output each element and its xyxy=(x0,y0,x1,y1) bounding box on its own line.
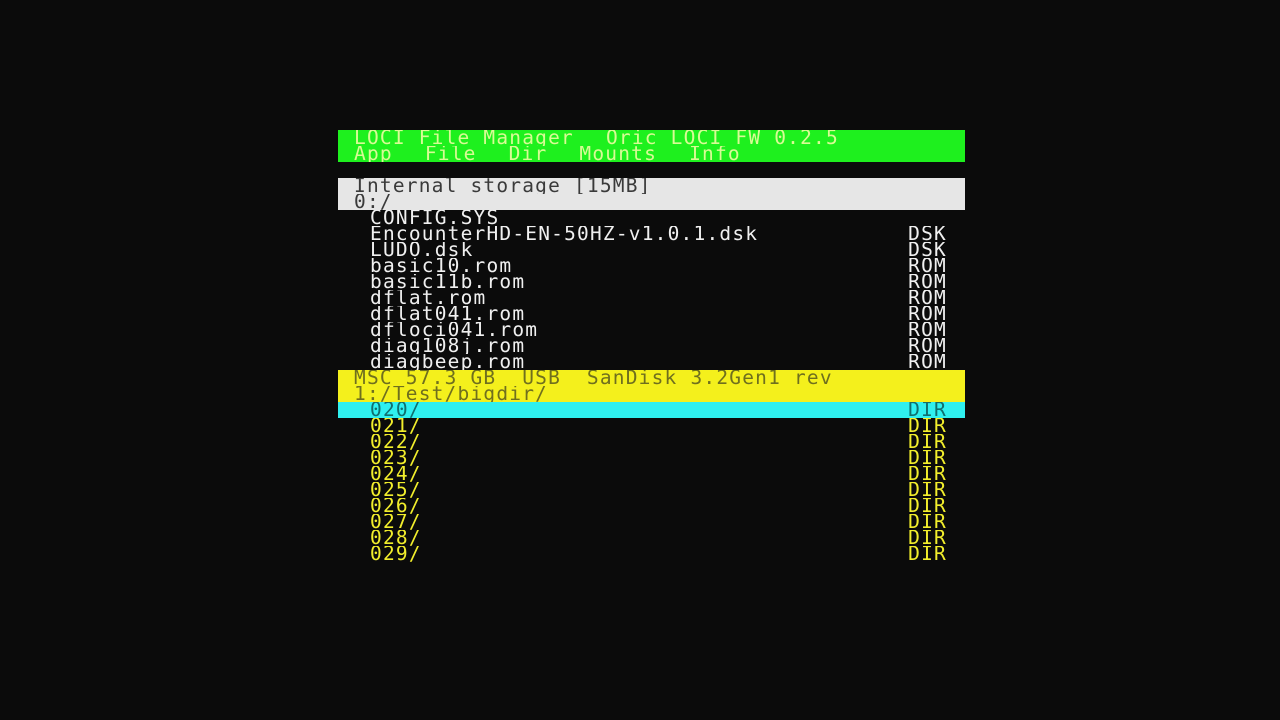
file-type: DIR xyxy=(908,434,947,450)
file-name: diagbeep.rom xyxy=(370,354,526,370)
file-name: diag108j.rom xyxy=(370,338,526,354)
usb-storage-header[interactable]: MSC 57.3 GB USB SanDisk 3.2Gen1 rev 1:/T… xyxy=(338,370,965,402)
file-name: 021/ xyxy=(370,418,422,434)
file-row[interactable]: diagbeep.rom ROM xyxy=(338,354,965,370)
storage-name: Internal storage [15MB] xyxy=(354,178,652,194)
file-name: 023/ xyxy=(370,450,422,466)
usb-storage-panel: MSC 57.3 GB USB SanDisk 3.2Gen1 rev 1:/T… xyxy=(338,370,965,562)
file-type: ROM xyxy=(908,258,947,274)
file-name: 020/ xyxy=(370,402,422,418)
file-row[interactable]: dflat.rom ROM xyxy=(338,290,965,306)
dir-row[interactable]: 022/ DIR xyxy=(338,434,965,450)
dir-row[interactable]: 025/ DIR xyxy=(338,482,965,498)
internal-storage-panel: Internal storage [15MB] 0:/ CONFIG.SYS E… xyxy=(338,178,965,370)
file-type: DSK xyxy=(908,242,947,258)
file-name: 028/ xyxy=(370,530,422,546)
file-name: basic10.rom xyxy=(370,258,513,274)
firmware-version: Oric LOCI FW 0.2.5 xyxy=(605,130,839,146)
file-type: DIR xyxy=(908,498,947,514)
file-type: DSK xyxy=(908,226,947,242)
file-type: DIR xyxy=(908,450,947,466)
menu-item-dir[interactable]: Dir xyxy=(509,146,548,162)
storage-path: 1:/Test/bigdir/ xyxy=(354,386,549,402)
menu-item-app[interactable]: App xyxy=(354,146,393,162)
file-type: DIR xyxy=(908,530,947,546)
menu-bar: App File Dir Mounts Info xyxy=(338,146,965,162)
file-row[interactable]: EncounterHD-EN-50HZ-v1.0.1.dsk DSK xyxy=(338,226,965,242)
file-type: ROM xyxy=(908,306,947,322)
title-row: LOCI File Manager Oric LOCI FW 0.2.5 xyxy=(338,130,965,146)
file-name: 025/ xyxy=(370,482,422,498)
file-type: DIR xyxy=(908,514,947,530)
file-name: dflat041.rom xyxy=(370,306,526,322)
storage-path: 0:/ xyxy=(354,194,393,210)
file-type: ROM xyxy=(908,354,947,370)
app-title: LOCI File Manager xyxy=(354,130,574,146)
file-type: DIR xyxy=(908,418,947,434)
file-name: LUDO.dsk xyxy=(370,242,474,258)
file-row[interactable]: CONFIG.SYS xyxy=(338,210,965,226)
dir-row[interactable]: 021/ DIR xyxy=(338,418,965,434)
file-name: EncounterHD-EN-50HZ-v1.0.1.dsk xyxy=(370,226,759,242)
dir-row[interactable]: 023/ DIR xyxy=(338,450,965,466)
file-name: 027/ xyxy=(370,514,422,530)
file-type: DIR xyxy=(908,482,947,498)
file-name: basic11b.rom xyxy=(370,274,526,290)
file-type: ROM xyxy=(908,338,947,354)
file-name: dflat.rom xyxy=(370,290,487,306)
dir-row[interactable]: 026/ DIR xyxy=(338,498,965,514)
file-row[interactable]: LUDO.dsk DSK xyxy=(338,242,965,258)
file-name: 022/ xyxy=(370,434,422,450)
file-name: dfloci041.rom xyxy=(370,322,539,338)
menu-item-mounts[interactable]: Mounts xyxy=(579,146,657,162)
file-row[interactable]: diag108j.rom ROM xyxy=(338,338,965,354)
file-type: DIR xyxy=(908,466,947,482)
menu-item-info[interactable]: Info xyxy=(689,146,741,162)
file-name: 024/ xyxy=(370,466,422,482)
file-name: 029/ xyxy=(370,546,422,562)
dir-row-selected[interactable]: 020/ DIR xyxy=(338,402,965,418)
storage-name: MSC 57.3 GB USB SanDisk 3.2Gen1 rev xyxy=(354,370,833,386)
dir-row[interactable]: 027/ DIR xyxy=(338,514,965,530)
dir-row[interactable]: 028/ DIR xyxy=(338,530,965,546)
file-row[interactable]: dfloci041.rom ROM xyxy=(338,322,965,338)
loci-screen: LOCI File Manager Oric LOCI FW 0.2.5 App… xyxy=(338,130,965,562)
dir-row[interactable]: 024/ DIR xyxy=(338,466,965,482)
file-row[interactable]: basic10.rom ROM xyxy=(338,258,965,274)
dir-row[interactable]: 029/ DIR xyxy=(338,546,965,562)
internal-storage-header[interactable]: Internal storage [15MB] 0:/ xyxy=(338,178,965,210)
file-type: DIR xyxy=(908,546,947,562)
header-bar: LOCI File Manager Oric LOCI FW 0.2.5 App… xyxy=(338,130,965,162)
menu-item-file[interactable]: File xyxy=(425,146,477,162)
file-type: ROM xyxy=(908,322,947,338)
file-type: DIR xyxy=(908,402,947,418)
file-name: 026/ xyxy=(370,498,422,514)
file-name: CONFIG.SYS xyxy=(370,210,500,226)
file-row[interactable]: basic11b.rom ROM xyxy=(338,274,965,290)
file-row[interactable]: dflat041.rom ROM xyxy=(338,306,965,322)
file-type: ROM xyxy=(908,274,947,290)
file-type: ROM xyxy=(908,290,947,306)
